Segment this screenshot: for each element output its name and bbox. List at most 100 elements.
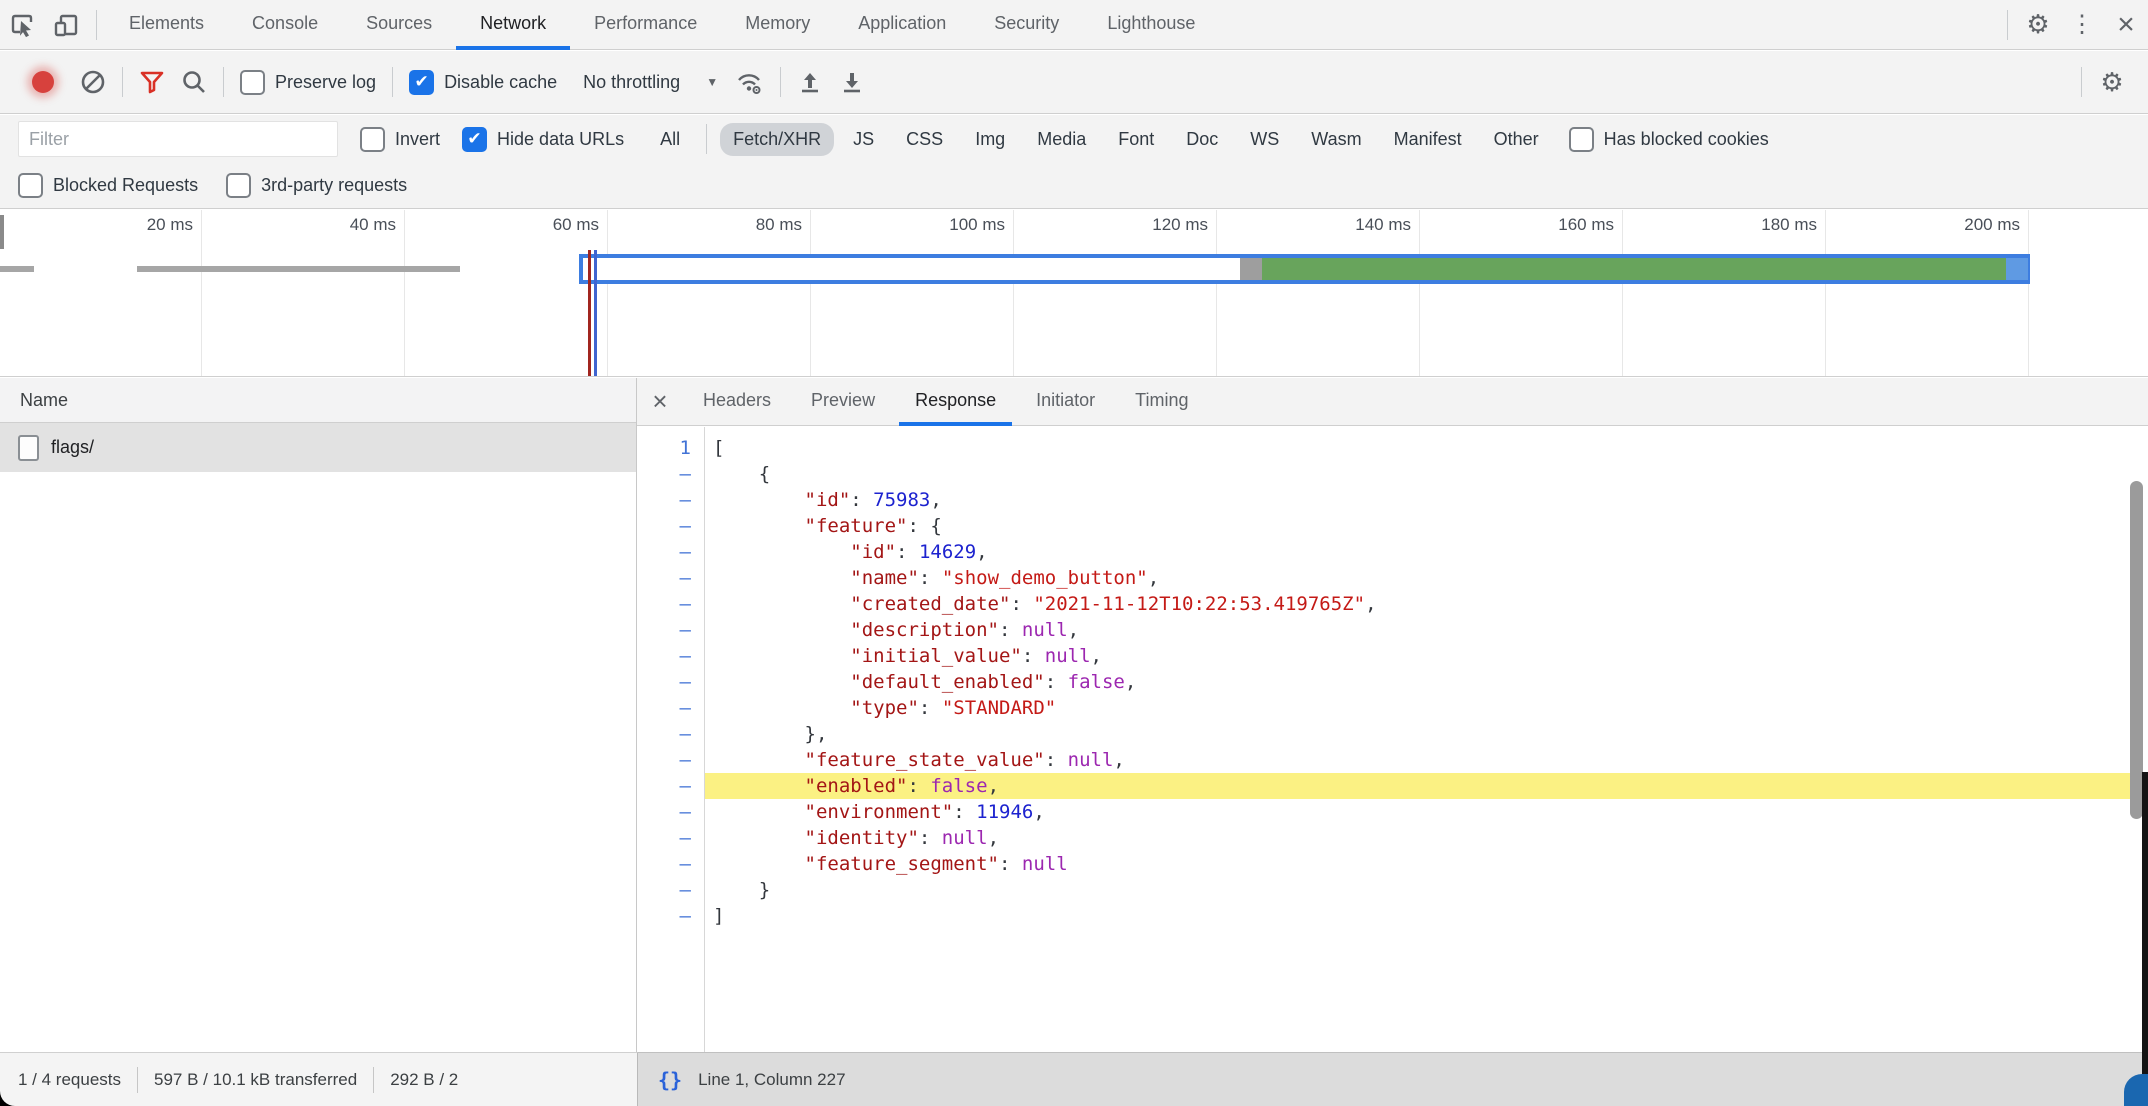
type-filter-fetch-xhr[interactable]: Fetch/XHR — [720, 123, 834, 156]
divider — [780, 67, 781, 97]
type-filter-img[interactable]: Img — [962, 123, 1018, 156]
has-blocked-cookies-label: Has blocked cookies — [1604, 129, 1769, 150]
chevron-down-icon: ▼ — [706, 75, 718, 89]
search-button[interactable] — [181, 69, 207, 95]
record-button[interactable] — [22, 71, 64, 93]
import-har-button[interactable] — [797, 69, 823, 95]
line-number: – — [637, 513, 704, 539]
name-column-header[interactable]: Name — [0, 378, 636, 423]
code-text: "default_enabled": false, — [704, 669, 1136, 695]
divider — [706, 124, 707, 154]
network-settings-gear-icon[interactable]: ⚙ — [2090, 58, 2134, 106]
filter-toggle-button[interactable] — [139, 69, 165, 95]
line-number: 1 — [637, 435, 704, 461]
close-devtools-icon[interactable]: × — [2104, 1, 2148, 49]
code-line: – }, — [637, 721, 2148, 747]
timeline-gridline — [1419, 210, 1420, 376]
timeline-tick-label: 160 ms — [1424, 215, 1614, 235]
checkbox-unchecked[interactable] — [240, 70, 265, 95]
disable-cache-checkbox[interactable]: ✔ Disable cache — [409, 70, 557, 95]
type-filters: Fetch/XHRJSCSSImgMediaFontDocWSWasmManif… — [717, 123, 1555, 156]
code-line: – "feature": { — [637, 513, 2148, 539]
tab-sources[interactable]: Sources — [342, 0, 456, 50]
line-number: – — [637, 851, 704, 877]
checkbox-checked[interactable]: ✔ — [409, 70, 434, 95]
clear-button[interactable] — [80, 69, 106, 95]
code-lines: 1[– {– "id": 75983,– "feature": {– "id":… — [637, 435, 2148, 929]
code-text: } — [704, 877, 770, 903]
inspect-element-icon[interactable] — [0, 1, 44, 49]
line-number: – — [637, 617, 704, 643]
preserve-log-checkbox[interactable]: Preserve log — [240, 70, 376, 95]
tab-console[interactable]: Console — [228, 0, 342, 50]
hide-data-urls-checkbox[interactable]: ✔ Hide data URLs — [462, 127, 624, 152]
disable-cache-label: Disable cache — [444, 72, 557, 93]
blocked-requests-checkbox[interactable]: Blocked Requests — [18, 173, 198, 198]
export-har-button[interactable] — [839, 69, 865, 95]
response-status: {} Line 1, Column 227 — [638, 1052, 2148, 1106]
tab-elements[interactable]: Elements — [105, 0, 228, 50]
timeline-gridline — [1013, 210, 1014, 376]
type-filter-all[interactable]: All — [647, 123, 693, 156]
request-row[interactable]: flags/ — [0, 423, 636, 472]
throttling-dropdown[interactable]: No throttling ▼ — [573, 72, 718, 93]
timeline-gridline — [201, 210, 202, 376]
timeline-tick-label: 100 ms — [815, 215, 1005, 235]
close-details-icon[interactable]: × — [637, 378, 683, 426]
tab-security[interactable]: Security — [970, 0, 1083, 50]
settings-gear-icon[interactable]: ⚙ — [2016, 1, 2060, 49]
type-filter-js[interactable]: JS — [840, 123, 887, 156]
third-party-requests-checkbox[interactable]: 3rd-party requests — [226, 173, 407, 198]
code-text: "feature_segment": null — [704, 851, 1068, 877]
status-item: 597 B / 10.1 kB transferred — [154, 1070, 357, 1090]
code-line: – "feature_state_value": null, — [637, 747, 2148, 773]
invert-checkbox[interactable]: Invert — [360, 127, 440, 152]
network-overview[interactable]: 20 ms40 ms60 ms80 ms100 ms120 ms140 ms16… — [0, 210, 2148, 377]
details-panel: × HeadersPreviewResponseInitiatorTiming … — [637, 378, 2148, 1052]
type-filter-wasm[interactable]: Wasm — [1298, 123, 1374, 156]
kebab-menu-icon[interactable]: ⋮ — [2060, 1, 2104, 49]
pretty-print-button[interactable]: {} — [658, 1068, 682, 1092]
preserve-log-label: Preserve log — [275, 72, 376, 93]
divider — [223, 67, 224, 97]
type-filter-font[interactable]: Font — [1105, 123, 1167, 156]
requests-panel: Name flags/ — [0, 378, 637, 1052]
checkbox-checked[interactable]: ✔ — [462, 127, 487, 152]
has-blocked-cookies-checkbox[interactable]: Has blocked cookies — [1569, 127, 1769, 152]
network-conditions-button[interactable] — [734, 68, 764, 96]
response-viewer: 1[– {– "id": 75983,– "feature": {– "id":… — [637, 427, 2148, 1052]
type-filter-doc[interactable]: Doc — [1173, 123, 1231, 156]
tab-network[interactable]: Network — [456, 0, 570, 50]
details-tab-timing[interactable]: Timing — [1119, 378, 1204, 426]
tab-application[interactable]: Application — [834, 0, 970, 50]
details-tab-initiator[interactable]: Initiator — [1020, 378, 1111, 426]
code-text: "enabled": false, — [704, 773, 999, 799]
timeline-tick-label: 180 ms — [1627, 215, 1817, 235]
timeline-gridline — [607, 210, 608, 376]
tab-memory[interactable]: Memory — [721, 0, 834, 50]
code-text: "id": 14629, — [704, 539, 988, 565]
device-toolbar-icon[interactable] — [44, 1, 88, 49]
filter-input[interactable] — [18, 121, 338, 157]
tab-performance[interactable]: Performance — [570, 0, 721, 50]
type-filter-other[interactable]: Other — [1481, 123, 1552, 156]
checkbox-unchecked[interactable] — [360, 127, 385, 152]
line-number: – — [637, 695, 704, 721]
timeline-tick-label: 140 ms — [1221, 215, 1411, 235]
details-tab-preview[interactable]: Preview — [795, 378, 891, 426]
checkbox-unchecked[interactable] — [1569, 127, 1594, 152]
type-filter-ws[interactable]: WS — [1237, 123, 1292, 156]
type-filter-manifest[interactable]: Manifest — [1381, 123, 1475, 156]
timeline-gridline — [404, 210, 405, 376]
details-tab-headers[interactable]: Headers — [687, 378, 787, 426]
details-tab-response[interactable]: Response — [899, 378, 1012, 426]
tab-lighthouse[interactable]: Lighthouse — [1083, 0, 1219, 50]
type-filter-media[interactable]: Media — [1024, 123, 1099, 156]
checkbox-unchecked[interactable] — [18, 173, 43, 198]
divider — [122, 67, 123, 97]
divider — [373, 1067, 374, 1093]
checkbox-unchecked[interactable] — [226, 173, 251, 198]
vertical-scrollbar[interactable] — [2130, 481, 2143, 819]
code-line: 1[ — [637, 435, 2148, 461]
type-filter-css[interactable]: CSS — [893, 123, 956, 156]
